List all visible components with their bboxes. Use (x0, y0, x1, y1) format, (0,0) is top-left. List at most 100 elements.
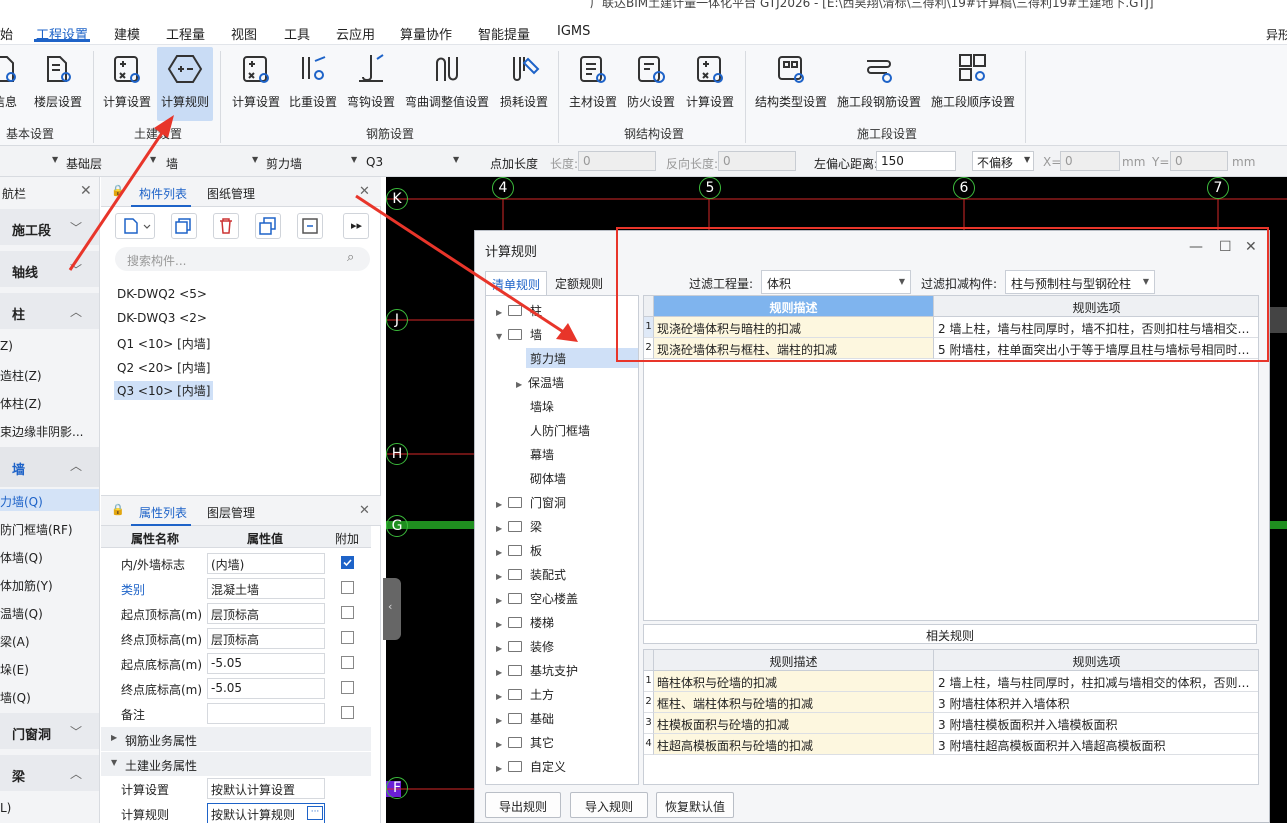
close-icon[interactable]: ✕ (359, 184, 370, 199)
list-item[interactable]: Q1 <10> [内墙] (117, 335, 210, 352)
y-input[interactable]: 0 (1170, 151, 1228, 171)
import-rules-button[interactable]: 导入规则 (570, 792, 648, 818)
category-select[interactable]: 墙 (166, 155, 178, 172)
more-tools-button[interactable]: ▸▸ (343, 213, 369, 239)
element-select[interactable]: Q3 (366, 155, 383, 169)
tree-item-other[interactable]: ▶ 其它 (496, 734, 554, 751)
list-item[interactable]: DK-DWQ3 <2> (117, 311, 207, 325)
nav-section-wall[interactable]: 墙 ︿ (0, 447, 99, 487)
main-material-settings-button[interactable]: 主材设置 (566, 47, 620, 121)
tab-bill-rules[interactable]: 清单规则 (485, 271, 548, 295)
nav-item-beam[interactable]: L) (0, 801, 11, 815)
offset-input[interactable]: 150 (876, 151, 956, 171)
calc-rules-button[interactable]: 计算规则 (157, 47, 213, 121)
close-icon[interactable]: ✕ (80, 183, 92, 199)
minimize-icon[interactable]: — (1189, 239, 1203, 255)
nav-item-column[interactable]: Z) (0, 339, 13, 353)
nav-item-insulation-wall[interactable]: 温墙(Q) (0, 605, 43, 622)
tree-item-decoration[interactable]: ▶ 装修 (496, 638, 554, 655)
nav-item-edge-constraint[interactable]: 束边缘非阴影... (0, 423, 83, 440)
tree-item-masonry-wall[interactable]: 砌体墙 (530, 470, 566, 487)
nav-item-masonry-column[interactable]: 体柱(Z) (0, 395, 42, 412)
menu-item-collab[interactable]: 算量协作 (400, 24, 452, 43)
related-rule-option[interactable]: 3 附墙柱模板面积并入墙模板面积 (934, 713, 1258, 734)
floor-select[interactable]: 基础层 (66, 155, 102, 172)
attach-checkbox[interactable] (341, 581, 354, 594)
menu-item-cloud[interactable]: 云应用 (336, 24, 375, 43)
property-value[interactable]: 混凝土墙 (207, 578, 325, 599)
property-value[interactable]: 层顶标高 (207, 628, 325, 649)
attach-checkbox[interactable] (341, 681, 354, 694)
tree-item-prefab[interactable]: ▶ 装配式 (496, 566, 566, 583)
attach-checkbox[interactable] (341, 631, 354, 644)
list-item[interactable]: Q2 <20> [内墙] (117, 359, 210, 376)
nav-item-masonry-reinforcement[interactable]: 体加筋(Y) (0, 577, 53, 594)
menu-item-start[interactable]: 始 (0, 24, 13, 43)
nav-item-shear-wall[interactable]: 力墙(Q) (0, 489, 99, 511)
pin-icon[interactable]: 🔒 (111, 184, 125, 197)
duplicate-button[interactable] (255, 213, 281, 239)
weight-settings-button[interactable]: 比重设置 (287, 47, 339, 121)
menu-item-tools[interactable]: 工具 (284, 24, 310, 43)
collapse-panel-handle[interactable]: ‹ (383, 578, 401, 640)
attach-checkbox[interactable] (341, 556, 354, 569)
pin-icon[interactable]: 🔒 (111, 503, 125, 516)
rule-option[interactable]: 5 附墙柱，柱单面突出小于等于墙厚且柱与墙标号相同时… (934, 338, 1258, 359)
related-rule-desc[interactable]: 暗柱体积与砼墙的扣减 (654, 671, 934, 692)
nav-section-construction-stage[interactable]: 施工段 ﹀ (0, 209, 99, 245)
close-icon[interactable]: ✕ (1245, 239, 1257, 255)
menu-item-quantities[interactable]: 工程量 (166, 24, 205, 43)
rule-desc[interactable]: 现浇砼墙体积与暗柱的扣减 (654, 317, 934, 338)
copy-component-button[interactable] (171, 213, 197, 239)
delete-component-button[interactable] (213, 213, 239, 239)
tab-property-list[interactable]: 属性列表 (139, 504, 187, 521)
tree-item-foundation[interactable]: ▶ 基础 (496, 710, 554, 727)
tree-item-insulation-wall[interactable]: ▶ 保温墙 (516, 374, 564, 391)
tree-item-hollow-floor[interactable]: ▶ 空心楼盖 (496, 590, 578, 607)
nav-item-masonry-wall[interactable]: 体墙(Q) (0, 549, 43, 566)
attach-checkbox[interactable] (341, 706, 354, 719)
more-icon[interactable]: ··· (307, 806, 323, 820)
steel-calc-settings-button[interactable]: 计算设置 (682, 47, 738, 121)
menu-item-view[interactable]: 视图 (231, 24, 257, 43)
project-info-button[interactable]: 信息 (0, 47, 24, 121)
property-value[interactable]: -5.05 (207, 653, 325, 674)
search-icon[interactable]: ⌕ (347, 250, 354, 265)
related-rule-desc[interactable]: 框柱、端柱体积与砼墙的扣减 (654, 692, 934, 713)
tab-quota-rules[interactable]: 定额规则 (549, 271, 609, 295)
export-rules-button[interactable]: 导出规则 (485, 792, 561, 818)
length-input[interactable]: 0 (578, 151, 656, 171)
tree-item-slab[interactable]: ▶ 板 (496, 542, 542, 559)
related-rule-option[interactable]: 3 附墙柱超高模板面积并入墙超高模板面积 (934, 734, 1258, 755)
rebar-calc-settings-button[interactable]: 计算设置 (228, 47, 284, 121)
filter-deduct-select[interactable]: 柱与预制柱与型钢砼柱 ▼ (1005, 270, 1155, 294)
nav-section-door-window[interactable]: 门窗洞 ﹀ (0, 713, 99, 749)
related-rule-desc[interactable]: 柱超高模板面积与砼墙的扣减 (654, 734, 934, 755)
tree-item-earthwork[interactable]: ▶ 土方 (496, 686, 554, 703)
layer-copy-button[interactable] (297, 213, 323, 239)
nav-section-column[interactable]: 柱 ︿ (0, 293, 99, 329)
nav-section-axis[interactable]: 轴线 ﹀ (0, 251, 99, 287)
tab-layer-management[interactable]: 图层管理 (207, 504, 255, 521)
tree-item-stairs[interactable]: ▶ 楼梯 (496, 614, 554, 631)
type-select[interactable]: 剪力墙 (266, 155, 302, 172)
filter-quantity-select[interactable]: 体积 ▼ (761, 270, 911, 294)
tree-item-column[interactable]: ▶ 柱 (496, 302, 542, 319)
property-value[interactable]: 按默认计算设置 (207, 778, 325, 799)
tree-item-wall-pier[interactable]: 墙垛 (530, 398, 554, 415)
restore-defaults-button[interactable]: 恢复默认值 (656, 792, 734, 818)
nav-section-beam[interactable]: 梁 ︿ (0, 755, 99, 791)
rule-desc[interactable]: 现浇砼墙体积与框柱、端柱的扣减 (654, 338, 934, 359)
tab-component-list[interactable]: 构件列表 (139, 185, 187, 202)
search-input[interactable]: 搜索构件... (127, 252, 186, 269)
maximize-icon[interactable]: ☐ (1219, 239, 1232, 255)
attach-checkbox[interactable] (341, 606, 354, 619)
tree-item-wall[interactable]: ▼ 墙 (496, 326, 542, 343)
nav-item-curtain-wall[interactable]: 墙(Q) (0, 689, 31, 706)
tab-drawing-management[interactable]: 图纸管理 (207, 185, 255, 202)
civil-calc-settings-button[interactable]: 计算设置 (99, 47, 155, 121)
menu-item-igms[interactable]: IGMS (557, 24, 590, 39)
related-rule-desc[interactable]: 柱模板面积与砼墙的扣减 (654, 713, 934, 734)
component-search[interactable]: 搜索构件... ⌕ (115, 247, 370, 271)
property-value[interactable] (207, 703, 325, 724)
